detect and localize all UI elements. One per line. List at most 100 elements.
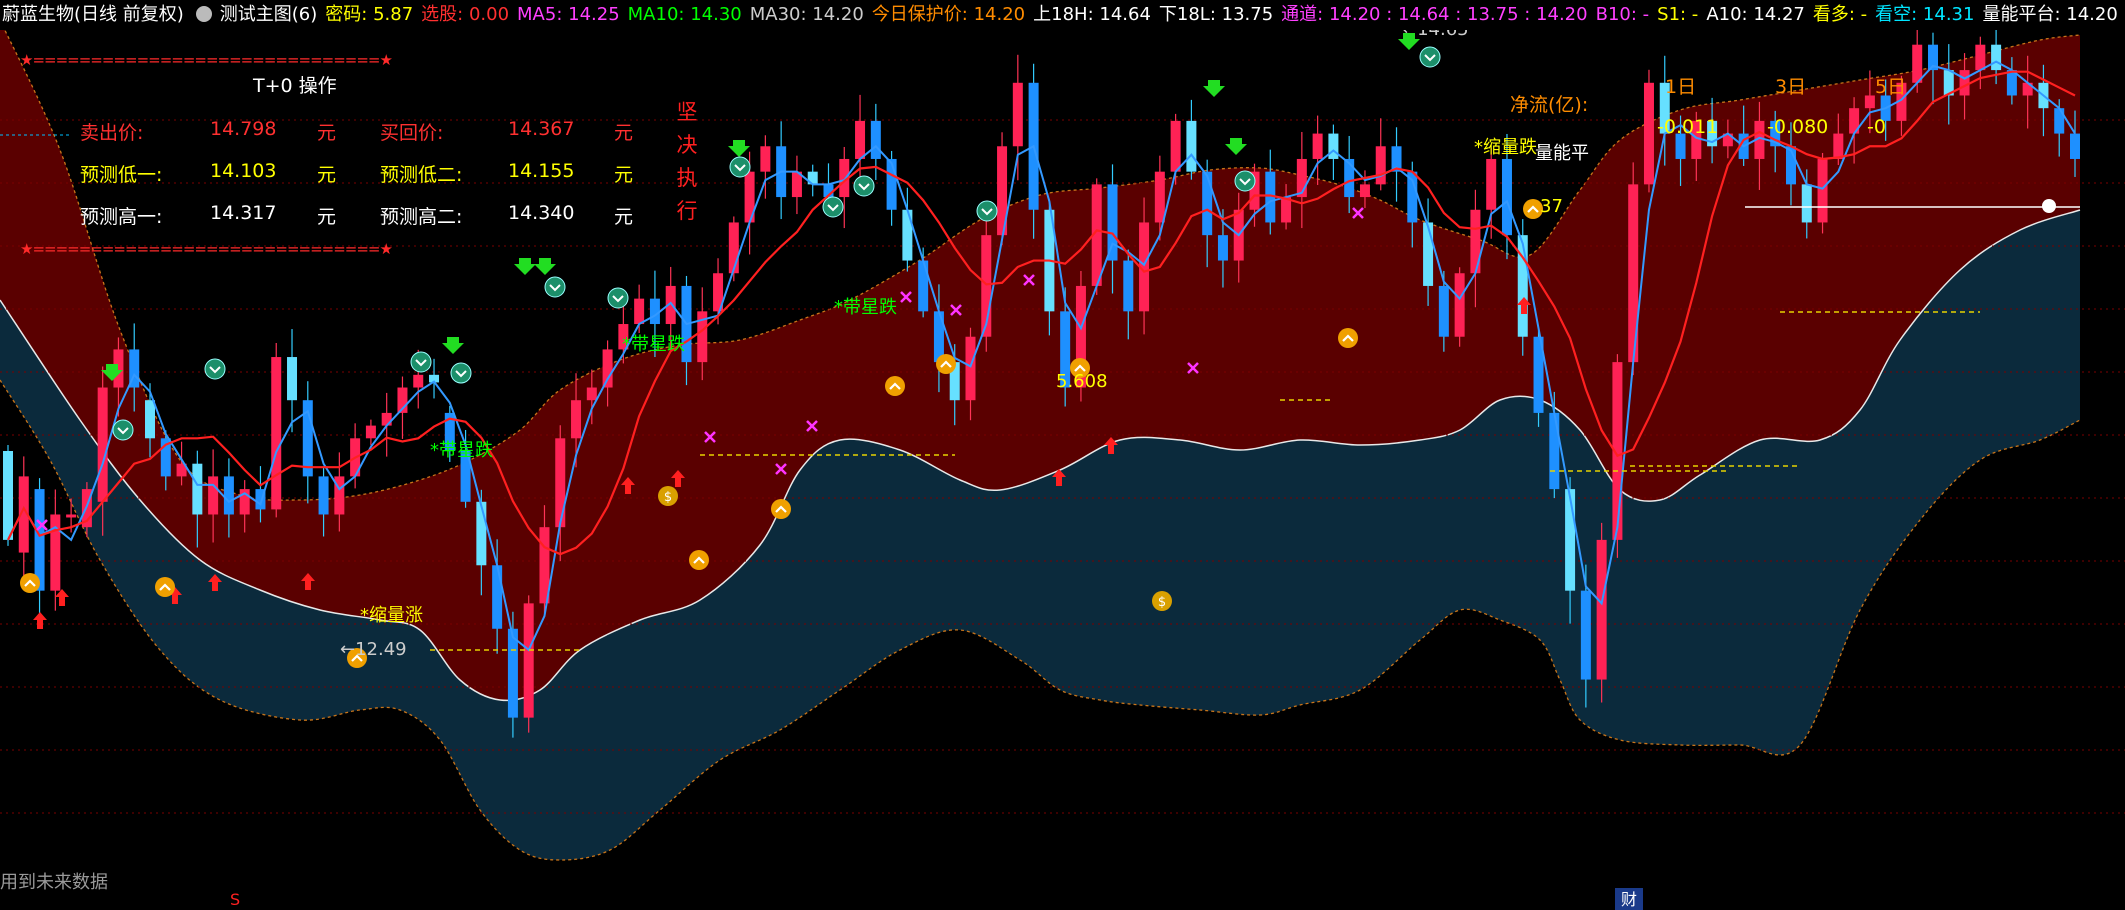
header-item: 密码: 5.87 xyxy=(325,4,414,25)
candle-body xyxy=(586,387,597,401)
signal-circle-icon xyxy=(607,287,629,309)
netflow-value: -0.011 xyxy=(1657,116,1719,138)
buy-circle-icon xyxy=(885,376,905,396)
candle-body xyxy=(555,438,566,528)
candle-body xyxy=(1549,412,1560,490)
candle-body xyxy=(855,120,866,159)
signal-circle-icon xyxy=(976,200,998,222)
buy-circle-icon xyxy=(936,354,956,374)
buy-circle-icon xyxy=(689,550,709,570)
candle-body xyxy=(507,628,518,718)
candle-body xyxy=(1154,171,1165,223)
red-up-arrow-icon xyxy=(33,612,47,629)
formula-name[interactable]: 测试主图(6) xyxy=(220,4,318,25)
slogan-char: 坚 xyxy=(676,100,698,124)
candle-body xyxy=(1580,590,1591,680)
header-item: 量能平台: 14.20 xyxy=(1982,4,2118,25)
t0-cell-v2: 14.340 xyxy=(508,202,575,224)
candle-body xyxy=(271,357,282,510)
candle-body xyxy=(1423,222,1434,286)
candle-body xyxy=(97,387,108,502)
t0-stars-bottom: ★==============================★ xyxy=(20,240,393,258)
candle-body xyxy=(1643,82,1654,185)
t0-cell-l2: 买回价: xyxy=(380,122,444,144)
candle-body xyxy=(1817,158,1828,223)
chart-annotation: ←12.49 xyxy=(340,639,407,660)
chart-annotation: *缩量涨 xyxy=(360,605,423,626)
header-item: 下18L: 13.75 xyxy=(1158,4,1274,25)
candle-body xyxy=(381,412,392,426)
t0-cell-u1: 元 xyxy=(317,164,337,186)
indicator-header: 蔚蓝生物(日线 前复权) 测试主图(6) 密码: 5.87 选股: 0.00 MA5: … xyxy=(0,0,2125,30)
chart-annotation: 5.608 xyxy=(1056,371,1108,392)
signal-circle-icon xyxy=(1419,46,1441,68)
header-item: 看空: 14.31 xyxy=(1875,4,1975,25)
candle-body xyxy=(287,357,298,401)
candle-body xyxy=(66,514,77,518)
candle-body xyxy=(571,400,582,439)
candle-body xyxy=(50,514,61,591)
candle-body xyxy=(1186,120,1197,172)
chart-annotation: *带星跌 xyxy=(622,334,685,355)
buy-circle-icon xyxy=(20,573,40,593)
buy-circle-icon xyxy=(771,499,791,519)
candle-body xyxy=(918,260,929,312)
candle-body xyxy=(1202,171,1213,236)
candle-body xyxy=(760,146,771,172)
netflow-value: -0 xyxy=(1867,116,1886,138)
candle-body xyxy=(965,336,976,401)
green-down-arrow-icon xyxy=(534,258,556,275)
candle-body xyxy=(1123,260,1134,312)
candle-body xyxy=(145,400,156,439)
candle-body xyxy=(1312,133,1323,159)
t0-cell-l1: 预测高一: xyxy=(80,206,163,228)
t0-cell-v1: 14.103 xyxy=(210,160,277,182)
candle-body xyxy=(1486,158,1497,210)
candle-body xyxy=(1912,44,1923,83)
candle-body xyxy=(1501,158,1512,236)
signal-circle-icon xyxy=(729,156,751,178)
candle-body xyxy=(886,158,897,210)
header-item: B10: - xyxy=(1595,4,1650,25)
green-down-arrow-icon xyxy=(1203,80,1225,97)
candle-body xyxy=(1596,539,1607,680)
netflow-col-header: 1日 xyxy=(1665,76,1697,98)
candle-body xyxy=(870,120,881,159)
candle-body xyxy=(1281,197,1292,223)
t0-cell-v1: 14.317 xyxy=(210,202,277,224)
candle-body xyxy=(2070,133,2080,159)
header-item: 今日保护价: 14.20 xyxy=(871,4,1026,25)
candle-body xyxy=(1344,158,1355,198)
chart-annotation: *带星跌 xyxy=(834,297,897,318)
signal-circle-icon xyxy=(544,276,566,298)
candle-body xyxy=(1012,82,1023,147)
signal-circle-icon xyxy=(1234,170,1256,192)
chart-annotation: *带星跌 xyxy=(430,440,493,461)
header-item: MA5: 14.25 xyxy=(517,4,620,25)
candle-body xyxy=(1375,146,1386,185)
buy-circle-icon xyxy=(1338,328,1358,348)
candle-body xyxy=(223,476,234,515)
header-item: S1: - xyxy=(1657,4,1699,25)
candle-body xyxy=(476,501,487,566)
candle-body xyxy=(602,349,613,388)
t0-cell-l1: 预测低一: xyxy=(80,164,163,186)
signal-circle-icon xyxy=(853,175,875,197)
signal-circle-icon xyxy=(450,362,472,384)
formula-menu-icon[interactable] xyxy=(195,6,212,22)
slogan-char: 执 xyxy=(676,166,698,190)
t0-cell-u1: 元 xyxy=(317,122,337,144)
candle-body xyxy=(1217,235,1228,261)
green-down-arrow-icon xyxy=(728,140,750,157)
candle-body xyxy=(649,298,660,325)
netflow-label: 净流(亿): xyxy=(1510,94,1589,116)
candle-body xyxy=(634,298,645,325)
money-bag-symbol: $ xyxy=(664,490,672,505)
netflow-col-header: 5日 xyxy=(1875,76,1907,98)
t0-cell-v1: 14.798 xyxy=(210,118,277,140)
red-up-arrow-icon xyxy=(55,589,69,606)
candle-body xyxy=(1454,273,1465,337)
stock-title[interactable]: 蔚蓝生物(日线 前复权) xyxy=(2,4,184,25)
chart-annotation: *缩量跌 xyxy=(1474,137,1537,158)
t0-cell-l2: 预测低二: xyxy=(380,164,463,186)
